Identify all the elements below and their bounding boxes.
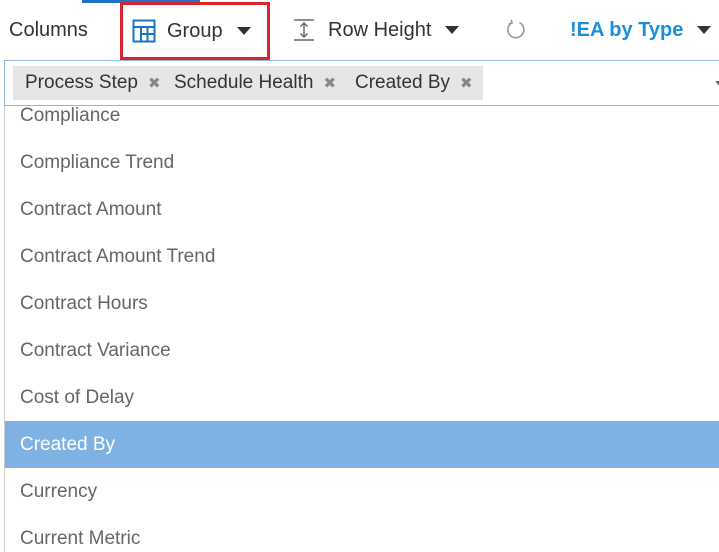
grid-toolbar: Columns Group Row Height !EA by Type [0,0,719,60]
row-height-button[interactable]: Row Height [292,0,460,60]
group-label: Group [167,19,223,42]
tag-label: Process Step [25,72,138,93]
chevron-down-icon [697,26,712,34]
list-item[interactable]: Contract Amount [5,186,719,233]
list-item[interactable]: Contract Amount Trend [5,233,719,280]
list-item[interactable]: Cost of Delay [5,374,719,421]
chevron-down-icon[interactable] [715,81,719,88]
view-selector[interactable]: !EA by Type [570,0,712,60]
list-item[interactable]: Contract Hours [5,280,719,327]
chevron-down-icon [236,27,251,35]
chevron-down-icon [445,26,460,34]
remove-tag-icon[interactable]: ✖ [323,74,336,92]
list-item[interactable]: Compliance [5,106,719,139]
tag-created-by: Created By ✖ [343,66,483,100]
refresh-icon [507,19,525,39]
tag-schedule-health: Schedule Health ✖ [162,66,347,100]
group-picker-screen: Columns Group Row Height !EA by Type Pro… [0,0,719,552]
columns-button[interactable]: Columns [9,0,88,60]
tag-process-step: Process Step ✖ [13,66,171,100]
row-height-icon [294,19,314,41]
columns-label: Columns [9,18,88,41]
group-button[interactable]: Group [120,2,270,60]
list-item[interactable]: Currency [5,468,719,515]
list-item-selected[interactable]: Created By [5,421,719,468]
remove-tag-icon[interactable]: ✖ [148,74,161,92]
table-grid-icon [132,19,156,43]
list-item[interactable]: Contract Variance [5,327,719,374]
view-label: !EA by Type [570,18,684,41]
group-options-list[interactable]: Compliance Compliance Trend Contract Amo… [4,106,719,552]
list-item[interactable]: Compliance Trend [5,139,719,186]
tag-label: Created By [355,72,451,93]
refresh-button[interactable] [505,0,527,60]
row-height-label: Row Height [328,18,432,41]
remove-tag-icon[interactable]: ✖ [460,74,473,92]
tag-label: Schedule Health [174,72,314,93]
group-tags-input[interactable]: Process Step ✖ Schedule Health ✖ Created… [4,60,719,106]
list-item[interactable]: Current Metric [5,515,719,552]
